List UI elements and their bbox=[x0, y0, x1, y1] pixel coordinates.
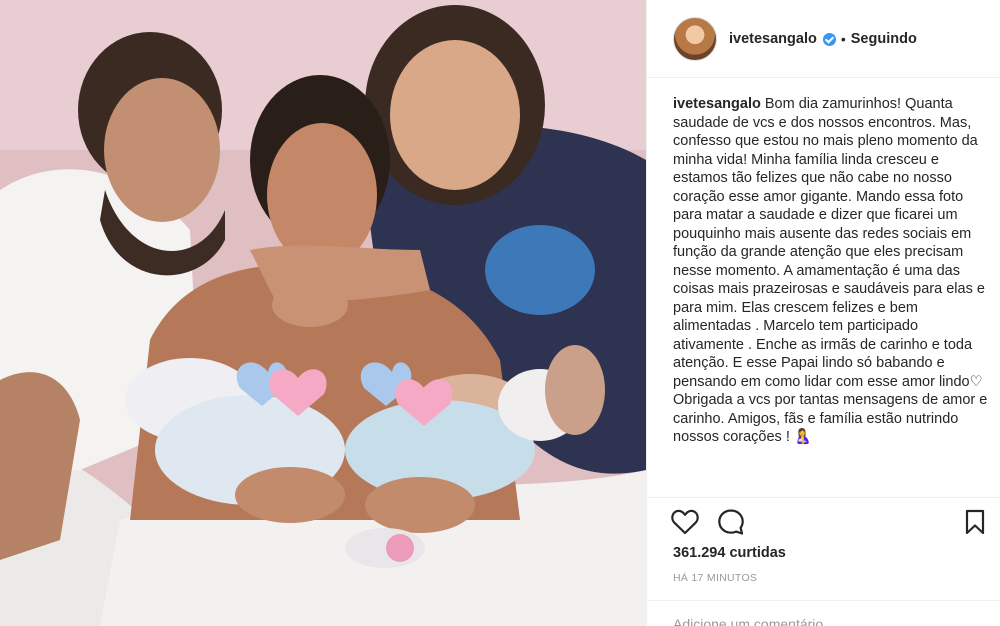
following-button[interactable]: Seguindo bbox=[851, 31, 917, 47]
author-username[interactable]: ivetesangalo bbox=[729, 31, 817, 47]
bookmark-icon bbox=[965, 509, 985, 535]
speech-bubble-icon bbox=[718, 509, 744, 535]
save-button[interactable] bbox=[959, 506, 991, 538]
separator-dot: • bbox=[840, 30, 846, 47]
post-timestamp[interactable]: HÁ 17 MINUTOS bbox=[673, 572, 757, 584]
post-photo[interactable] bbox=[0, 0, 646, 626]
post-header: ivetesangalo • Seguindo bbox=[647, 0, 1000, 78]
photo-illustration bbox=[0, 0, 646, 626]
verified-badge-icon bbox=[822, 33, 836, 46]
comment-input[interactable] bbox=[673, 613, 973, 626]
action-bar bbox=[647, 497, 1000, 547]
comment-bar bbox=[647, 600, 1000, 626]
caption-username[interactable]: ivetesangalo bbox=[673, 96, 761, 112]
comment-button[interactable] bbox=[715, 506, 747, 538]
post-caption: ivetesangalo Bom dia zamurinhos! Quanta … bbox=[673, 95, 988, 497]
caption-text: Bom dia zamurinhos! Quanta saudade de vc… bbox=[673, 96, 988, 445]
like-button[interactable] bbox=[669, 506, 701, 538]
heart-outline-icon bbox=[671, 509, 699, 535]
likes-count[interactable]: 361.294 curtidas bbox=[673, 545, 786, 561]
post-sidebar: ivetesangalo • Seguindo ivetesangalo Bom… bbox=[646, 0, 1000, 626]
avatar[interactable] bbox=[673, 16, 717, 61]
